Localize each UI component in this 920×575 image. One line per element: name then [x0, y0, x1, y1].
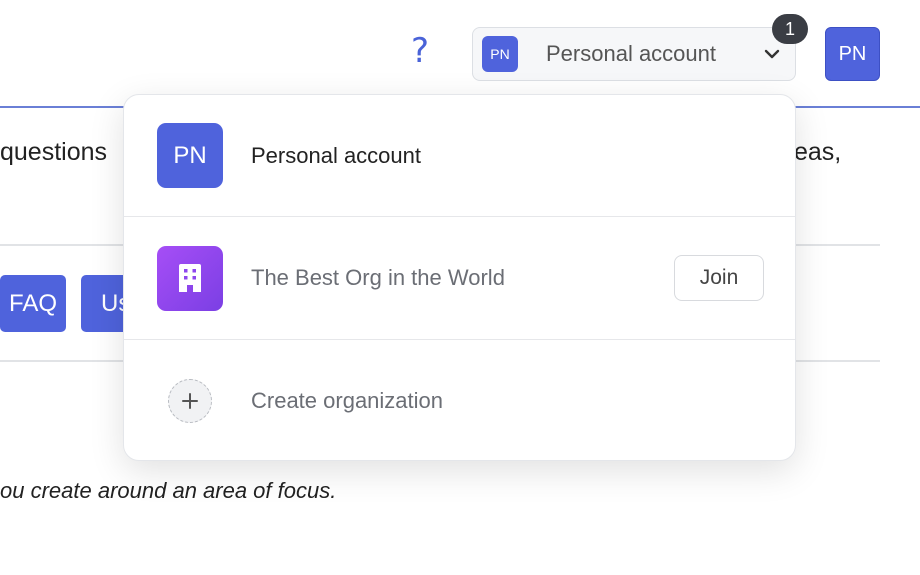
plus-icon — [168, 379, 212, 423]
dropdown-item-org[interactable]: The Best Org in the World Join — [124, 217, 795, 339]
notification-badge: 1 — [772, 14, 808, 44]
help-icon[interactable]: ? — [411, 34, 429, 68]
intro-text-right: eas, — [794, 138, 842, 166]
page: questions eas, FAQ Us ou create around a… — [0, 0, 920, 575]
intro-text-left: questions — [0, 138, 108, 166]
join-button[interactable]: Join — [674, 255, 764, 301]
switcher-label: Personal account — [546, 41, 716, 66]
personal-avatar: PN — [157, 123, 223, 188]
switcher-avatar: PN — [482, 36, 518, 72]
account-dropdown: PN Personal account The Best Org in the … — [123, 94, 796, 461]
dropdown-item-label: Personal account — [251, 142, 421, 168]
dropdown-item-create-organization[interactable]: Create organization — [124, 340, 795, 460]
dropdown-item-label: The Best Org in the World — [251, 265, 505, 290]
building-icon — [157, 245, 223, 311]
dropdown-item-personal-account[interactable]: PN Personal account — [124, 95, 795, 216]
user-avatar[interactable]: PN — [825, 27, 880, 81]
faq-button[interactable]: FAQ — [0, 275, 66, 332]
account-switcher[interactable]: PN Personal account — [472, 27, 796, 81]
dropdown-item-label: Create organization — [251, 388, 444, 413]
focus-description: ou create around an area of focus. — [0, 478, 337, 503]
chevron-down-icon — [764, 49, 780, 59]
faq-button-label: FAQ — [8, 289, 57, 317]
